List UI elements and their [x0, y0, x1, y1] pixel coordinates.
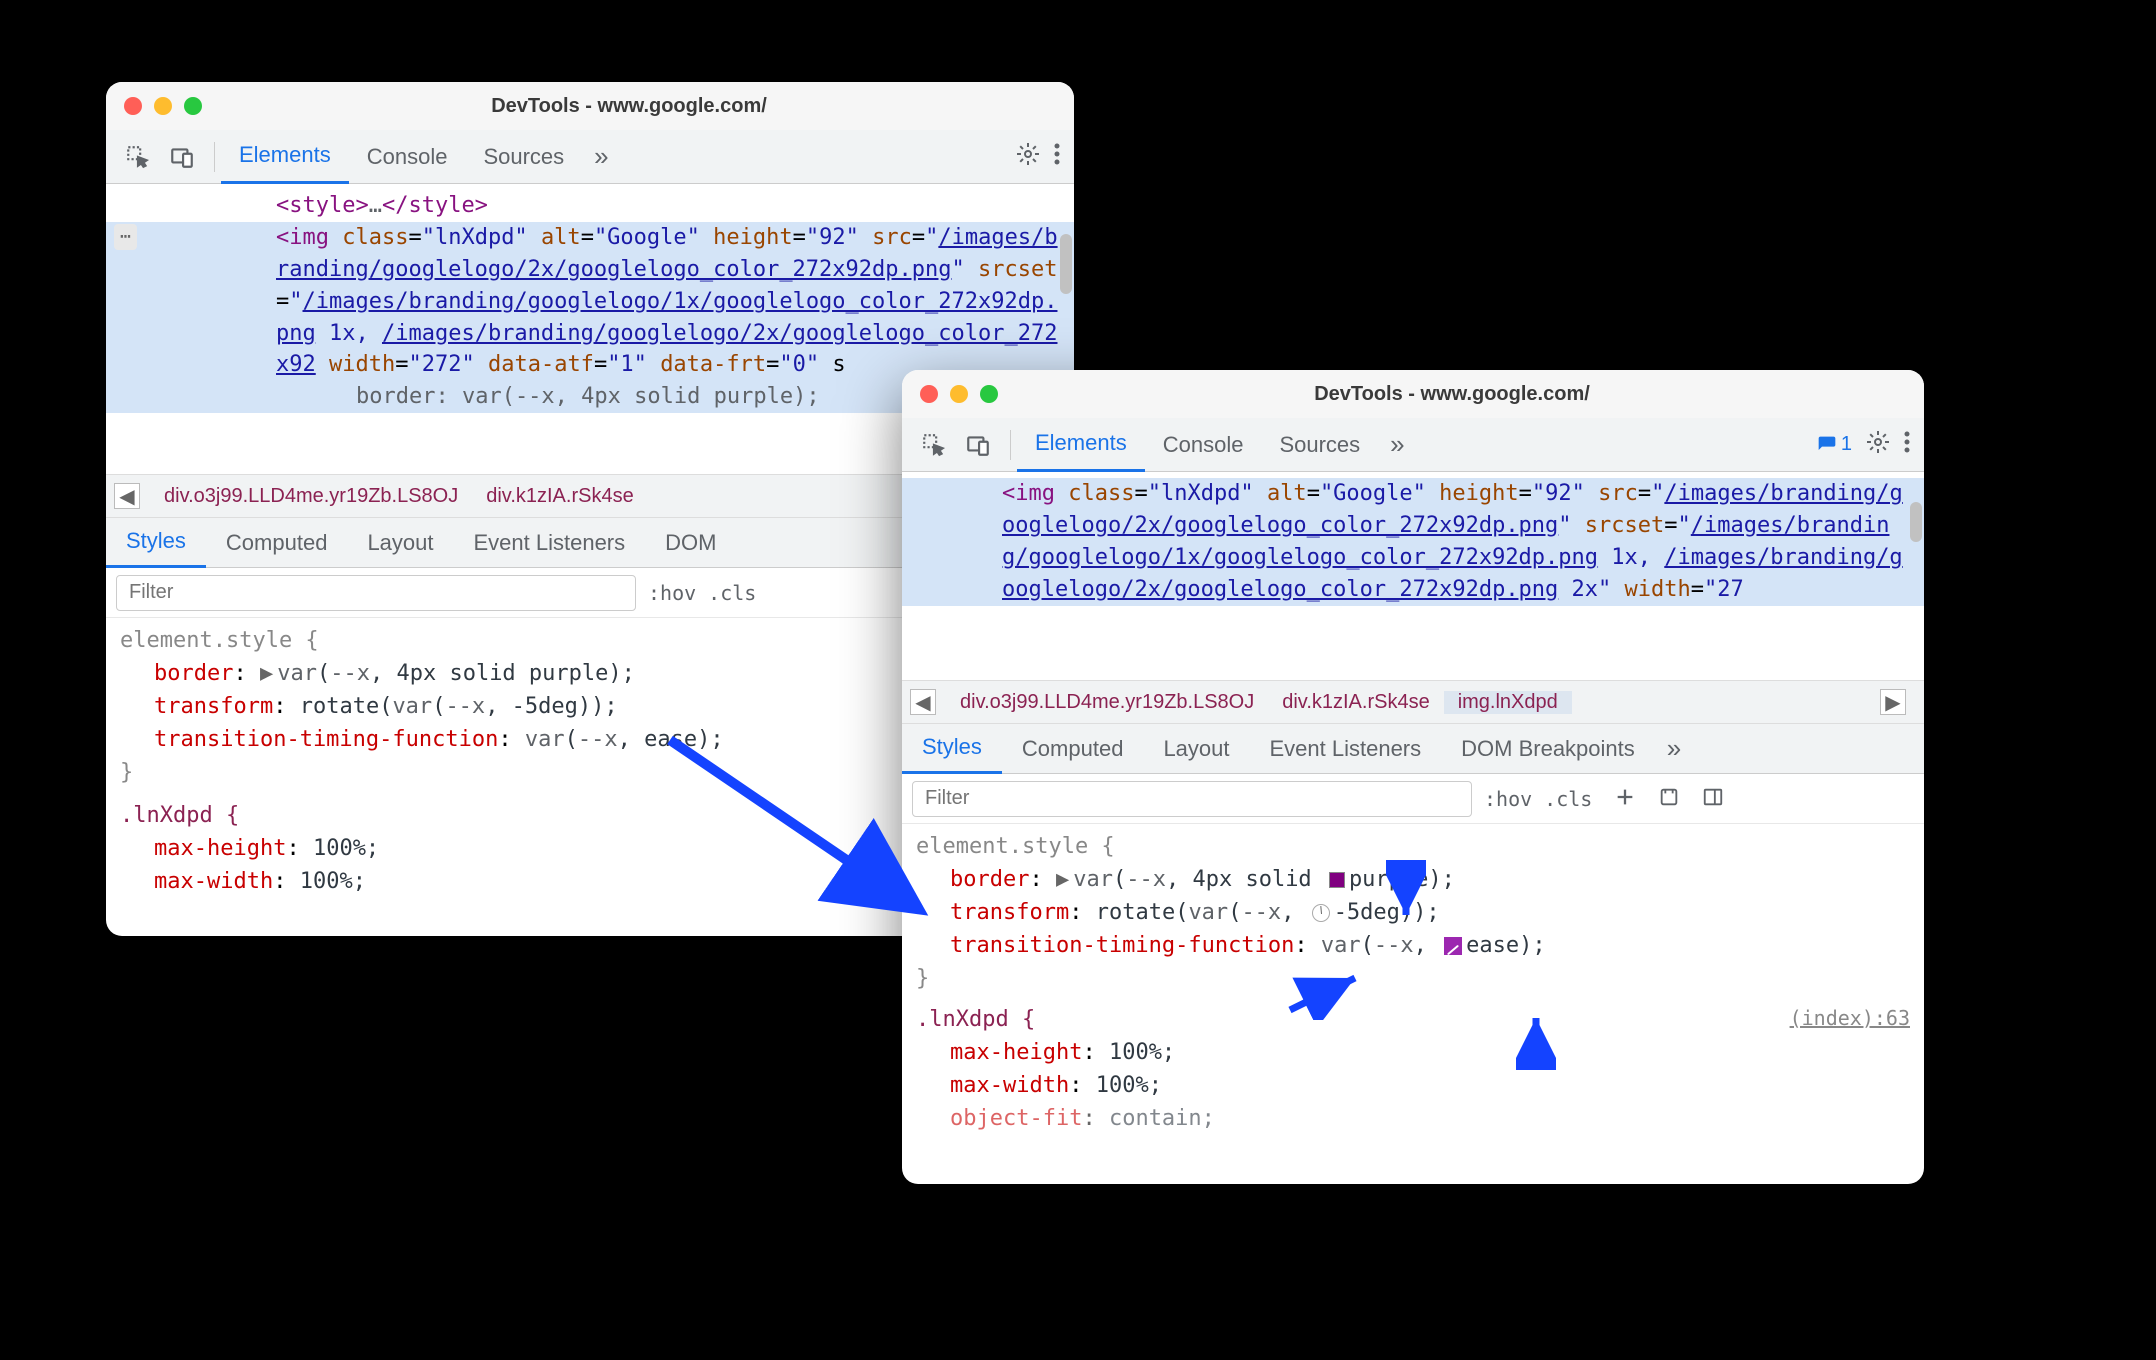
tab-elements[interactable]: Elements [221, 130, 349, 184]
device-toggle-icon[interactable] [164, 139, 200, 175]
more-options-icon[interactable] [1904, 431, 1910, 458]
tab-sources[interactable]: Sources [1261, 418, 1378, 472]
object-fit-declaration[interactable]: object-fit: contain; [916, 1102, 1910, 1135]
subtab-computed[interactable]: Computed [1002, 724, 1144, 774]
element-style-selector[interactable]: element.style { [916, 830, 1910, 863]
devtools-window-2: DevTools - www.google.com/ Elements Cons… [902, 370, 1924, 1184]
titlebar: DevTools - www.google.com/ [106, 82, 1074, 130]
inspect-element-icon[interactable] [916, 427, 952, 463]
close-window-button[interactable] [124, 97, 142, 115]
dom-img-node[interactable]: <img class="lnXdpd" alt="Google" height=… [106, 222, 1074, 381]
bezier-swatch-icon[interactable] [1444, 937, 1462, 955]
expand-shorthand-icon[interactable]: ▶ [260, 661, 273, 686]
angle-swatch-icon[interactable] [1312, 904, 1330, 922]
cls-toggle[interactable]: .cls [708, 581, 756, 605]
hov-toggle[interactable]: :hov [1484, 787, 1532, 811]
crumb-3[interactable]: img.lnXdpd [1444, 691, 1572, 714]
panel-tabs: Elements Console Sources » [221, 130, 1016, 184]
color-swatch-icon[interactable] [1329, 872, 1345, 888]
panel-tabs: Elements Console Sources » [1017, 418, 1817, 472]
crumb-scroll-right-icon[interactable]: ▶ [1880, 689, 1906, 715]
window-title: DevTools - www.google.com/ [202, 95, 1056, 118]
subtab-styles[interactable]: Styles [106, 518, 206, 568]
zoom-window-button[interactable] [980, 385, 998, 403]
rule-close: } [916, 962, 1910, 995]
zoom-window-button[interactable] [184, 97, 202, 115]
traffic-lights [124, 97, 202, 115]
crumb-1[interactable]: div.o3j99.LLD4me.yr19Zb.LS8OJ [946, 691, 1268, 714]
main-toolbar: Elements Console Sources » [106, 130, 1074, 184]
tab-console[interactable]: Console [1145, 418, 1262, 472]
max-width-declaration[interactable]: max-width: 100%; [916, 1069, 1910, 1102]
subtab-dom-breakpoints[interactable]: DOM Breakpoints [1441, 724, 1655, 774]
computed-styles-icon[interactable] [1658, 786, 1684, 812]
crumb-1[interactable]: div.o3j99.LLD4me.yr19Zb.LS8OJ [150, 485, 472, 508]
styles-filter-input[interactable] [912, 781, 1472, 817]
subtab-event-listeners[interactable]: Event Listeners [454, 518, 646, 568]
max-height-declaration[interactable]: max-height: 100%; [916, 1036, 1910, 1069]
more-subtabs-icon[interactable]: » [1655, 733, 1693, 764]
more-options-icon[interactable] [1054, 143, 1060, 170]
tab-console[interactable]: Console [349, 130, 466, 184]
subtab-event-listeners[interactable]: Event Listeners [1250, 724, 1442, 774]
tab-elements[interactable]: Elements [1017, 418, 1145, 472]
subtab-styles[interactable]: Styles [902, 724, 1002, 774]
subtab-computed[interactable]: Computed [206, 518, 348, 568]
device-toggle-icon[interactable] [960, 427, 996, 463]
expand-shorthand-icon[interactable]: ▶ [1056, 867, 1069, 892]
minimize-window-button[interactable] [154, 97, 172, 115]
issues-count: 1 [1841, 433, 1852, 456]
subtab-layout[interactable]: Layout [1143, 724, 1249, 774]
close-window-button[interactable] [920, 385, 938, 403]
main-toolbar: Elements Console Sources » 1 [902, 418, 1924, 472]
window-title: DevTools - www.google.com/ [998, 383, 1906, 406]
dom-tree[interactable]: <img class="lnXdpd" alt="Google" height=… [902, 472, 1924, 680]
subtab-layout[interactable]: Layout [347, 518, 453, 568]
cls-toggle[interactable]: .cls [1544, 787, 1592, 811]
more-tabs-icon[interactable]: » [582, 141, 620, 172]
styles-rules[interactable]: element.style { border: ▶var(--x, 4px so… [902, 824, 1924, 1141]
settings-icon[interactable] [1016, 142, 1040, 171]
tab-sources[interactable]: Sources [465, 130, 582, 184]
crumb-2[interactable]: div.k1zIA.rSk4se [472, 485, 647, 508]
toggle-sidebar-icon[interactable] [1702, 786, 1728, 812]
titlebar: DevTools - www.google.com/ [902, 370, 1924, 418]
vertical-scrollbar[interactable] [1910, 502, 1922, 542]
dom-ellipsis-icon[interactable]: ⋯ [114, 224, 137, 250]
ttf-declaration[interactable]: transition-timing-function: var(--x, eas… [916, 929, 1910, 962]
transform-declaration[interactable]: transform: rotate(var(--x, -5deg)); [916, 896, 1910, 929]
traffic-lights [920, 385, 998, 403]
styles-filter-row: :hov .cls [902, 774, 1924, 824]
source-link[interactable]: (index):63 [1790, 1003, 1910, 1033]
issues-badge[interactable]: 1 [1817, 433, 1852, 456]
border-declaration[interactable]: border: ▶var(--x, 4px solid purple); [916, 863, 1910, 896]
settings-icon[interactable] [1866, 430, 1890, 459]
new-style-rule-icon[interactable] [1614, 786, 1640, 812]
crumb-scroll-left-icon[interactable]: ◀ [910, 689, 936, 715]
dom-style-node[interactable]: <style>…</style> [106, 190, 1074, 222]
breadcrumbs: ◀ div.o3j99.LLD4me.yr19Zb.LS8OJ div.k1zI… [902, 680, 1924, 724]
styles-filter-input[interactable] [116, 575, 636, 611]
more-tabs-icon[interactable]: » [1378, 429, 1416, 460]
crumb-scroll-left-icon[interactable]: ◀ [114, 483, 140, 509]
subtab-dom-breakpoints[interactable]: DOM [645, 518, 736, 568]
hov-toggle[interactable]: :hov [648, 581, 696, 605]
crumb-2[interactable]: div.k1zIA.rSk4se [1268, 691, 1443, 714]
minimize-window-button[interactable] [950, 385, 968, 403]
vertical-scrollbar[interactable] [1060, 234, 1072, 294]
lnxdpd-rule-header[interactable]: (index):63.lnXdpd { [916, 1003, 1910, 1036]
inspect-element-icon[interactable] [120, 139, 156, 175]
styles-subpanel-tabs: Styles Computed Layout Event Listeners D… [902, 724, 1924, 774]
dom-img-node[interactable]: <img class="lnXdpd" alt="Google" height=… [902, 478, 1924, 606]
